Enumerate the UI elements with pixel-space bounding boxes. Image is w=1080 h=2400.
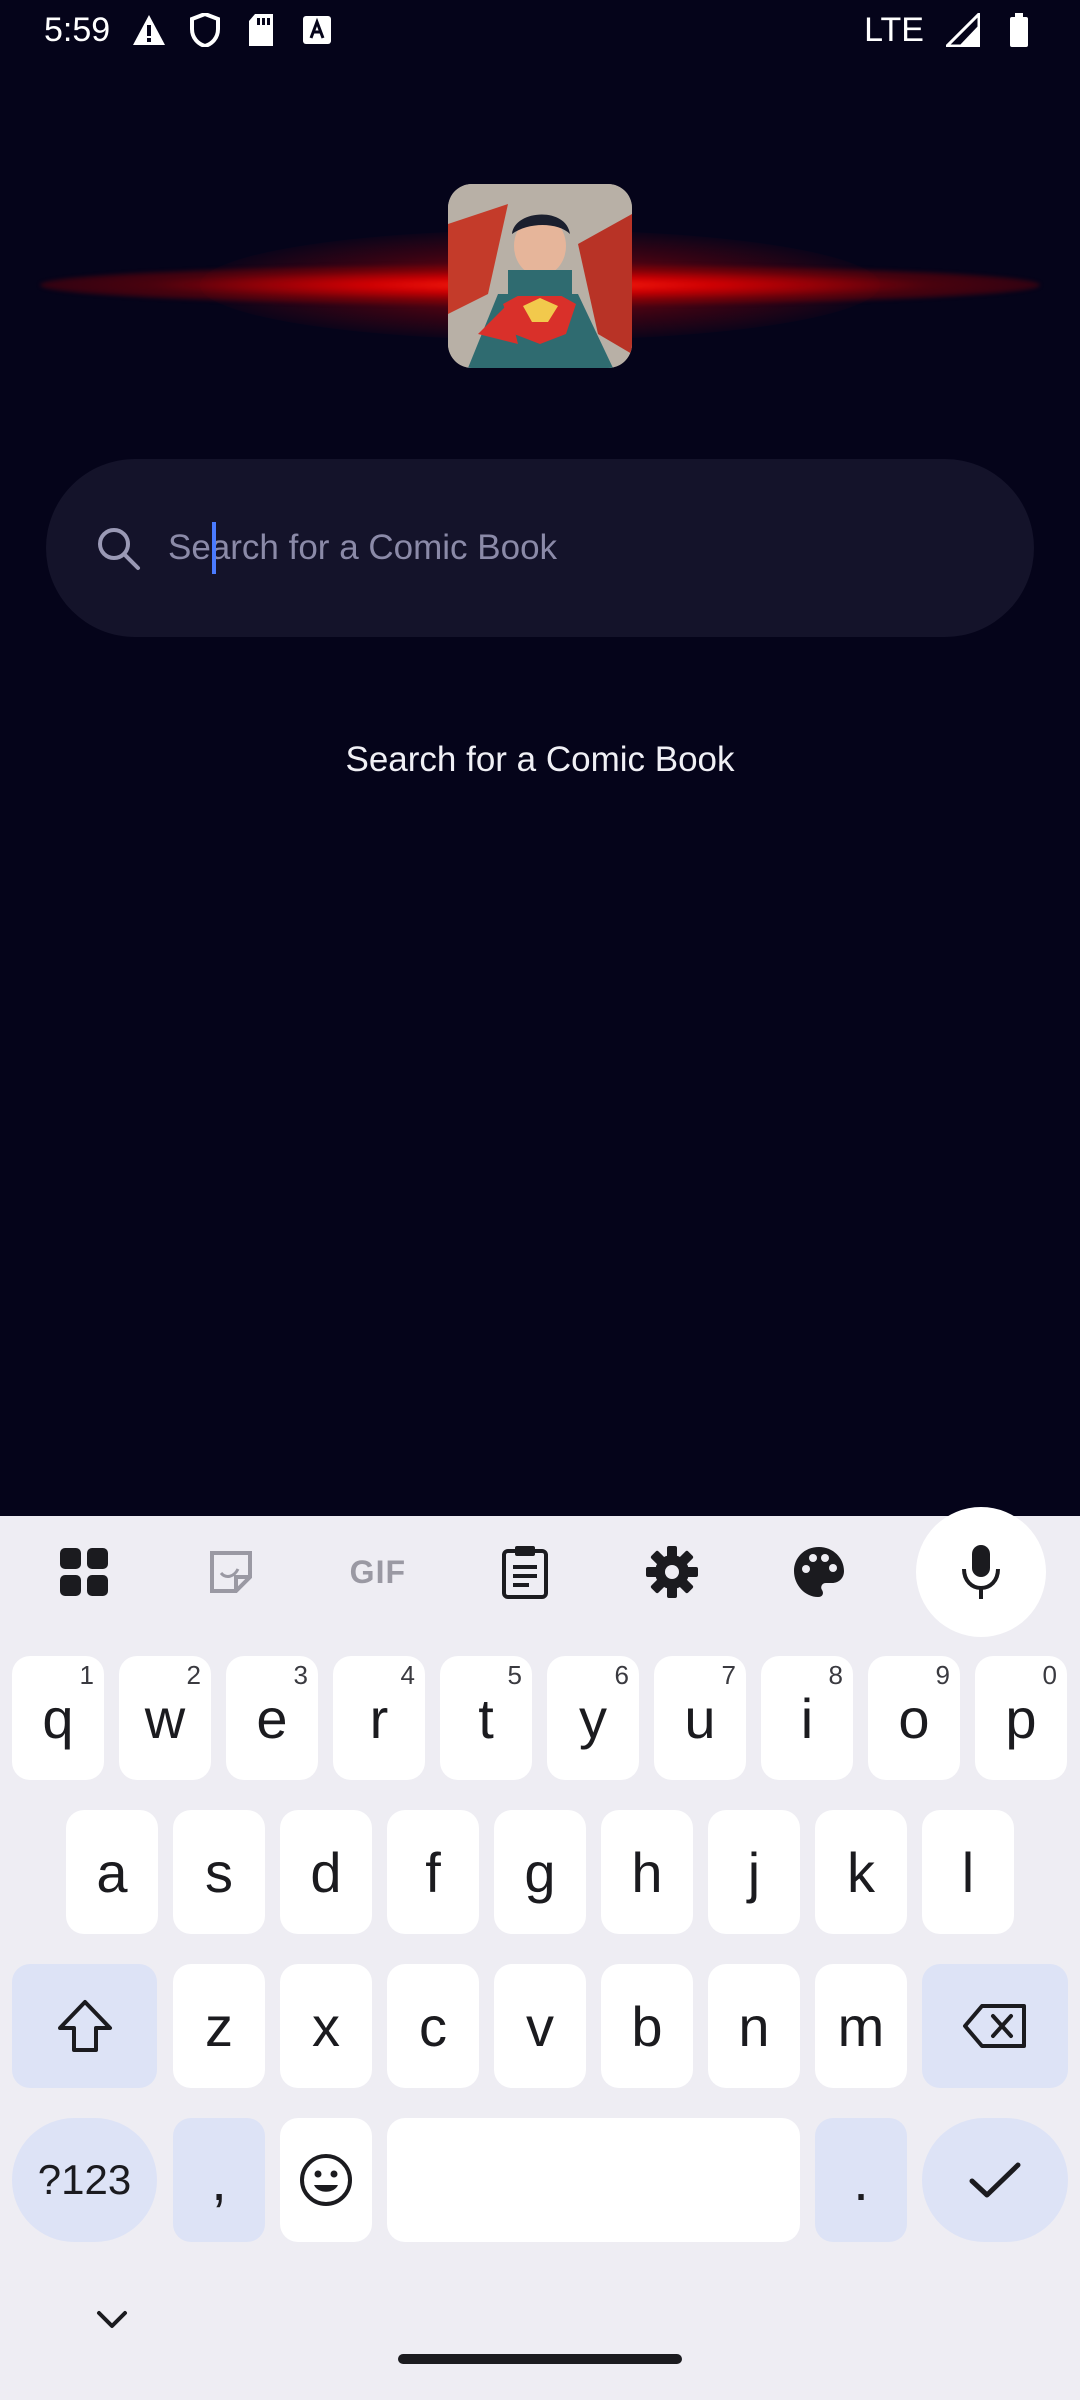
key-row-2: a s d f g h j k l — [0, 1810, 1080, 1934]
key-c[interactable]: c — [387, 1964, 479, 2088]
key-z[interactable]: z — [173, 1964, 265, 2088]
checkmark-icon — [969, 2162, 1021, 2198]
shield-icon — [188, 13, 222, 47]
backspace-key[interactable] — [922, 1964, 1068, 2088]
key-g[interactable]: g — [494, 1810, 586, 1934]
key-w[interactable]: w2 — [119, 1656, 211, 1780]
warning-icon — [132, 13, 166, 47]
search-input[interactable] — [168, 508, 1034, 588]
key-u[interactable]: u7 — [654, 1656, 746, 1780]
shift-arrow-icon — [57, 2000, 112, 2052]
apps-grid-icon[interactable] — [34, 1522, 134, 1622]
collapse-keyboard-icon[interactable] — [92, 2300, 132, 2340]
key-q[interactable]: q1 — [12, 1656, 104, 1780]
key-m[interactable]: m — [815, 1964, 907, 2088]
microphone-icon[interactable] — [916, 1507, 1047, 1637]
clipboard-icon[interactable] — [475, 1522, 575, 1622]
key-d[interactable]: d — [280, 1810, 372, 1934]
key-v[interactable]: v — [494, 1964, 586, 2088]
search-icon — [90, 520, 146, 576]
sd-card-icon — [244, 13, 278, 47]
symbols-key[interactable]: ?123 — [12, 2118, 157, 2242]
app-logo — [448, 184, 632, 368]
status-left: 5:59 — [44, 11, 334, 50]
key-b[interactable]: b — [601, 1964, 693, 2088]
space-bar[interactable] — [387, 2118, 800, 2242]
key-x[interactable]: x — [280, 1964, 372, 2088]
soft-keyboard: GIF q1 w2 e3 r4 t5 y6 u7 i8 o9 p0 a s d … — [0, 1507, 1080, 2400]
key-row-3: z x c v b n m — [0, 1964, 1080, 2088]
key-o[interactable]: o9 — [868, 1656, 960, 1780]
font-a-icon — [300, 13, 334, 47]
status-right: LTE — [864, 11, 1036, 50]
emoji-key[interactable] — [280, 2118, 372, 2242]
key-y[interactable]: y6 — [547, 1656, 639, 1780]
empty-state-message: Search for a Comic Book — [345, 740, 735, 779]
key-row-4: ?123 , . — [0, 2118, 1080, 2242]
gif-label: GIF — [349, 1553, 406, 1590]
key-f[interactable]: f — [387, 1810, 479, 1934]
key-s[interactable]: s — [173, 1810, 265, 1934]
key-h[interactable]: h — [601, 1810, 693, 1934]
settings-icon[interactable] — [622, 1522, 722, 1622]
key-n[interactable]: n — [708, 1964, 800, 2088]
gif-button[interactable]: GIF — [328, 1522, 428, 1622]
key-i[interactable]: i8 — [761, 1656, 853, 1780]
home-indicator[interactable] — [398, 2354, 682, 2364]
backspace-icon — [963, 2004, 1026, 2048]
enter-key[interactable] — [922, 2118, 1068, 2242]
palette-icon[interactable] — [769, 1522, 869, 1622]
text-cursor — [212, 522, 216, 574]
network-type: LTE — [864, 10, 924, 49]
shift-key[interactable] — [12, 1964, 157, 2088]
key-r[interactable]: r4 — [333, 1656, 425, 1780]
key-j[interactable]: j — [708, 1810, 800, 1934]
key-t[interactable]: t5 — [440, 1656, 532, 1780]
key-a[interactable]: a — [66, 1810, 158, 1934]
key-l[interactable]: l — [922, 1810, 1014, 1934]
search-bar[interactable] — [46, 459, 1034, 637]
keyboard-toolbar: GIF — [0, 1507, 1080, 1637]
emoji-icon — [300, 2154, 352, 2206]
key-row-1: q1 w2 e3 r4 t5 y6 u7 i8 o9 p0 — [0, 1656, 1080, 1780]
key-p[interactable]: p0 — [975, 1656, 1067, 1780]
status-bar: 5:59 LTE — [0, 0, 1080, 60]
sticker-icon[interactable] — [181, 1522, 281, 1622]
period-key[interactable]: . — [815, 2118, 907, 2242]
hero-banner — [0, 170, 1080, 380]
status-time: 5:59 — [44, 10, 111, 49]
key-e[interactable]: e3 — [226, 1656, 318, 1780]
keyboard-nav-area — [0, 2270, 1080, 2400]
battery-icon — [1002, 13, 1036, 47]
signal-icon — [946, 13, 980, 47]
comma-key[interactable]: , — [173, 2118, 265, 2242]
key-k[interactable]: k — [815, 1810, 907, 1934]
